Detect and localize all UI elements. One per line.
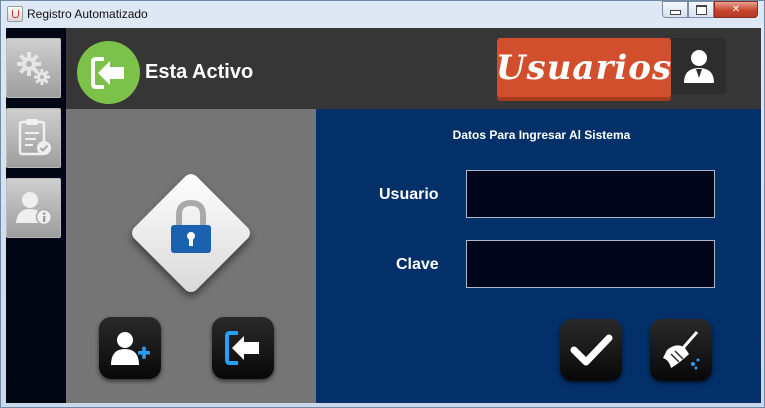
minimize-icon [669, 10, 681, 15]
minimize-button[interactable] [662, 1, 688, 18]
header-bar: Esta Activo Usuarios [66, 28, 761, 109]
app-window: Registro Automatizado ✕ Esta Activo Usua… [0, 0, 765, 408]
padlock-icon [171, 199, 211, 253]
username-label: Usuario [379, 186, 439, 203]
sidebar [6, 28, 66, 403]
user-info-icon [15, 192, 52, 226]
maximize-button[interactable] [688, 1, 714, 18]
lock-panel [66, 109, 316, 403]
password-input[interactable] [466, 240, 715, 288]
username-input[interactable] [466, 170, 715, 218]
window-controls: ✕ [662, 1, 758, 19]
logout-arrow-icon [90, 56, 124, 89]
password-label: Clave [396, 256, 439, 273]
gears-icon [16, 52, 50, 85]
client-area: Esta Activo Usuarios Datos Para Ingresar… [6, 28, 761, 403]
broom-icon [663, 331, 700, 370]
sidebar-item-settings[interactable] [6, 38, 61, 98]
lock-badge [128, 170, 254, 296]
clear-button[interactable] [650, 319, 712, 381]
sidebar-item-user-info[interactable] [6, 178, 61, 238]
java-app-icon [7, 6, 23, 22]
add-user-button[interactable] [99, 317, 161, 379]
clipboard-check-icon [18, 119, 51, 156]
title-bar[interactable]: Registro Automatizado ✕ [1, 1, 764, 27]
users-banner[interactable]: Usuarios [495, 38, 673, 97]
user-badge[interactable] [671, 38, 726, 94]
sidebar-item-report[interactable] [6, 108, 61, 168]
form-title: Datos Para Ingresar Al Sistema [452, 128, 631, 142]
window-title: Registro Automatizado [27, 7, 148, 21]
login-form: Datos Para Ingresar Al Sistema Usuario C… [316, 109, 761, 403]
users-banner-label: Usuarios [495, 47, 673, 88]
status-label: Esta Activo [145, 61, 254, 83]
confirm-button[interactable] [560, 319, 622, 381]
logout-arrow-icon [225, 331, 259, 365]
logout-button[interactable] [212, 317, 274, 379]
maximize-icon [695, 4, 707, 15]
close-button[interactable]: ✕ [714, 1, 758, 18]
checkmark-icon [570, 334, 613, 366]
add-user-icon [111, 332, 150, 365]
status-indicator[interactable] [77, 41, 140, 104]
user-suit-icon [683, 50, 714, 83]
